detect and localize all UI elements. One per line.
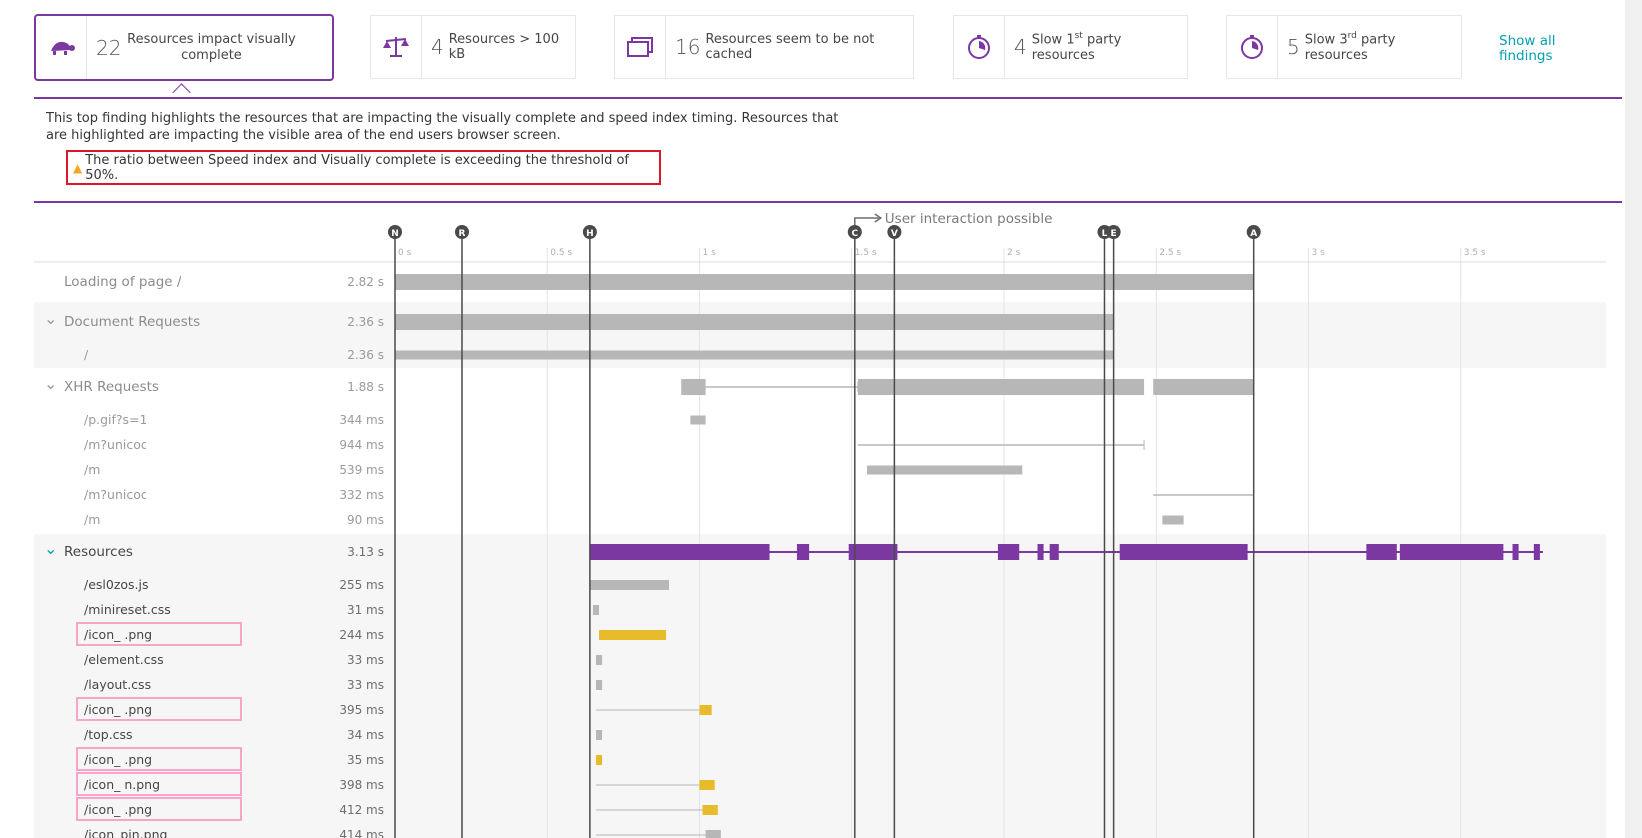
duration-bar xyxy=(681,379,706,395)
marker-label: V xyxy=(891,229,898,239)
resources-segment-bar xyxy=(1512,544,1519,560)
duration-bar xyxy=(702,805,718,815)
duration-bar xyxy=(1153,379,1254,395)
duration-bar xyxy=(705,830,721,838)
resources-segment-bar xyxy=(589,544,770,560)
resources-segment-bar xyxy=(997,544,1020,560)
waterfall-chart: 0 s 0.5 s 1 s 1.5 s 2 s 2.5 s 3 s 3.5 s User int… xyxy=(34,211,1606,838)
tick-label: 0 s xyxy=(398,248,412,258)
tick-label: 3 s xyxy=(1312,248,1326,258)
resources-segment-bar xyxy=(1533,544,1540,560)
marker-label: L xyxy=(1102,229,1108,239)
tick-label: 3.5 s xyxy=(1464,248,1486,258)
duration-bar xyxy=(595,655,603,665)
tick-label: 1.5 s xyxy=(855,248,877,258)
duration-bar xyxy=(857,379,1145,395)
marker-label: E xyxy=(1111,229,1117,239)
duration-bar xyxy=(599,630,667,640)
tick-label: 1 s xyxy=(703,248,717,258)
marker-label: A xyxy=(1250,229,1257,239)
marker-label: C xyxy=(851,229,858,239)
marker-label: H xyxy=(586,229,594,239)
duration-bar xyxy=(595,680,603,690)
tick-label: 2 s xyxy=(1007,248,1021,258)
duration-bar xyxy=(690,415,706,425)
waterfall-panel: 22 Resources impact visually complete 4 … xyxy=(0,0,1625,838)
duration-bar xyxy=(395,314,1114,330)
duration-bar xyxy=(592,605,600,615)
user-interaction-label: User interaction possible xyxy=(885,211,1053,227)
duration-bar xyxy=(395,350,1114,360)
duration-bar xyxy=(595,755,603,765)
resources-segment-bar xyxy=(1119,544,1248,560)
marker-label: R xyxy=(459,229,466,239)
resources-segment-bar xyxy=(1049,544,1059,560)
duration-bar xyxy=(1162,515,1184,525)
duration-bar xyxy=(395,274,1254,290)
resources-segment-bar xyxy=(1366,544,1397,560)
resources-segment-bar xyxy=(1037,544,1044,560)
marker-label: N xyxy=(391,229,399,239)
resources-segment-bar xyxy=(848,544,898,560)
tick-label: 0.5 s xyxy=(550,248,572,258)
duration-bar xyxy=(699,705,712,715)
duration-bar xyxy=(699,780,715,790)
tick-label: 2.5 s xyxy=(1159,248,1181,258)
duration-bar xyxy=(866,465,1023,475)
resources-segment-bar xyxy=(1399,544,1504,560)
duration-bar xyxy=(595,730,603,740)
duration-bar xyxy=(589,580,670,590)
resources-segment-bar xyxy=(796,544,810,560)
